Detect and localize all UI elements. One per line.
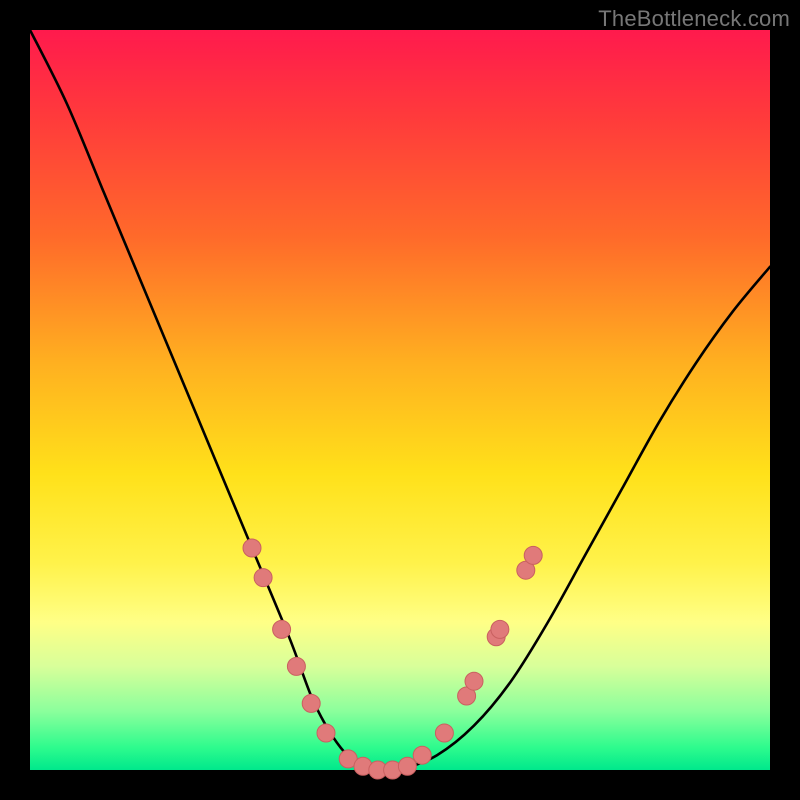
chart-plot-area (30, 30, 770, 770)
chart-marker (317, 724, 335, 742)
chart-frame: TheBottleneck.com (0, 0, 800, 800)
chart-marker (254, 569, 272, 587)
bottleneck-curve (30, 30, 770, 771)
chart-marker (524, 546, 542, 564)
chart-marker (287, 657, 305, 675)
chart-svg (30, 30, 770, 770)
chart-markers (243, 539, 542, 779)
chart-marker (435, 724, 453, 742)
chart-marker (413, 746, 431, 764)
chart-marker (465, 672, 483, 690)
chart-marker (491, 620, 509, 638)
chart-marker (273, 620, 291, 638)
chart-marker (243, 539, 261, 557)
chart-marker (302, 694, 320, 712)
watermark-text: TheBottleneck.com (598, 6, 790, 32)
chart-marker (398, 757, 416, 775)
